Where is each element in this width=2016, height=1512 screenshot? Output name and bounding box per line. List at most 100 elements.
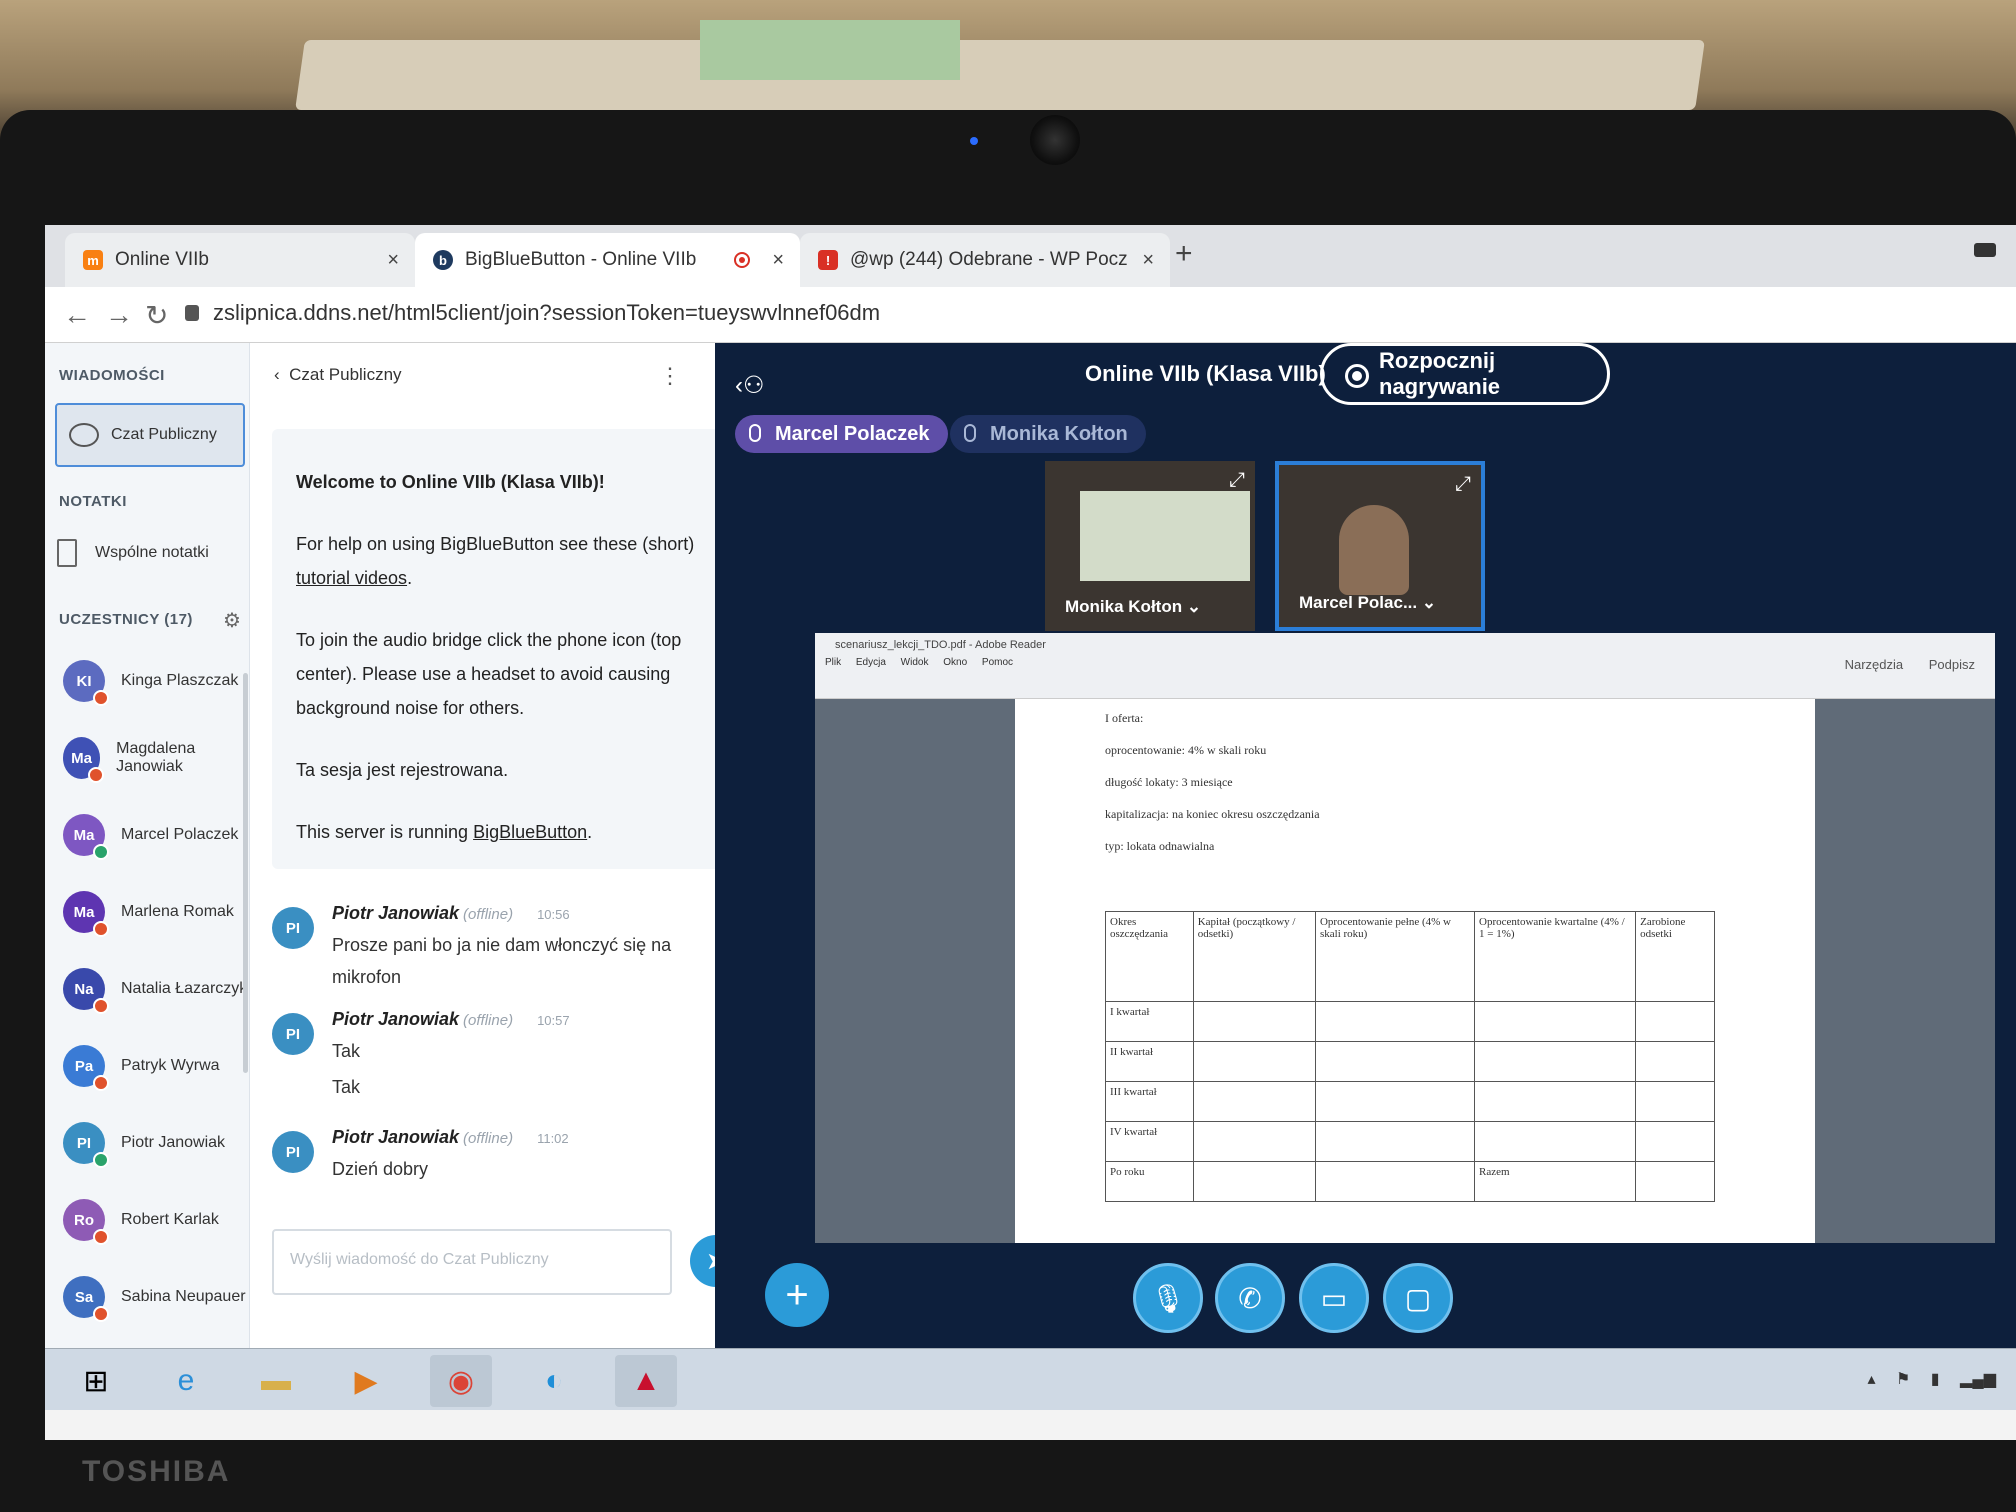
user-list-item[interactable]: Ma Magdalena Janowiak <box>63 730 249 786</box>
video-tile[interactable]: ⤢ Marcel Polac... ⌄ <box>1275 461 1485 631</box>
avatar-initials: Ro <box>74 1211 94 1229</box>
user-list-item[interactable]: Pa Patryk Wyrwa <box>63 1038 220 1094</box>
user-list-item[interactable]: Na Natalia Łazarczyk <box>63 961 247 1017</box>
status-badge <box>93 844 109 860</box>
table-cell <box>1474 1081 1637 1122</box>
video-user-name: Monika Kołton <box>1065 597 1183 616</box>
chat-back-button[interactable]: ‹ Czat Publiczny <box>274 365 402 385</box>
back-icon[interactable]: ← <box>63 299 91 331</box>
user-list-item[interactable]: Ro Robert Karlak <box>63 1192 219 1248</box>
video-user-label[interactable]: Marcel Polac... ⌄ <box>1299 593 1436 613</box>
tutorial-videos-link[interactable]: tutorial videos <box>296 568 407 588</box>
status-badge <box>93 998 109 1014</box>
user-list-toggle-icon[interactable]: ‹⚇ <box>735 371 765 400</box>
tab-close-icon[interactable]: × <box>772 249 784 272</box>
avatar-initials: Ma <box>73 903 95 921</box>
user-list-item[interactable]: Ma Marlena Romak <box>63 884 234 940</box>
talking-indicator[interactable]: Monika Kołton <box>950 415 1146 453</box>
table-cell: II kwartał <box>1105 1041 1194 1082</box>
shared-notes-item[interactable]: Wspólne notatki <box>57 533 209 573</box>
edge-button[interactable]: ◐ <box>523 1355 585 1407</box>
talking-indicator[interactable]: Marcel Polaczek <box>735 415 948 453</box>
user-name: Robert Karlak <box>121 1211 219 1228</box>
public-chat-item[interactable]: Czat Publiczny <box>55 403 245 467</box>
share-webcam-button[interactable]: ▭ <box>1299 1263 1369 1333</box>
main-area: ‹⚇ Online VIIb (Klasa VIIb) Rozpocznij n… <box>715 343 2016 1348</box>
avatar: Na <box>63 968 109 1014</box>
tab-close-icon[interactable]: × <box>1142 249 1154 272</box>
message-text: Tak <box>332 1077 361 1097</box>
user-list-scrollbar[interactable] <box>243 673 248 1073</box>
user-list-item[interactable]: Sa Sabina Neupauer <box>63 1269 246 1325</box>
message-text: Prosze pani bo ja nie dam włonczyć się n… <box>332 935 672 987</box>
user-name: Piotr Janowiak <box>121 1134 226 1151</box>
url-field[interactable]: zslipnica.ddns.net/html5client/join?sess… <box>213 300 880 326</box>
welcome-audio: To join the audio bridge click the phone… <box>296 630 682 718</box>
tab-bigbluebutton[interactable]: b BigBlueButton - Online VIIb × <box>415 233 800 287</box>
fullscreen-icon[interactable]: ⤢ <box>1455 473 1471 496</box>
chrome-icon: ◉ <box>447 1364 475 1398</box>
message-author: Piotr Janowiak <box>332 903 460 923</box>
meeting-title: Online VIIb (Klasa VIIb) <box>1085 361 1326 386</box>
pdf-page: I oferta: oprocentowanie: 4% w skali rok… <box>1015 699 1815 1243</box>
green-object <box>700 20 960 80</box>
status-badge <box>93 1152 109 1168</box>
message-time: 10:56 <box>537 907 570 922</box>
chat-message-input[interactable]: Wyślij wiadomość do Czat Publiczny <box>272 1229 672 1295</box>
gear-icon[interactable]: ⚙ <box>223 608 241 633</box>
tab-online-viib[interactable]: m Online VIIb × <box>65 233 415 287</box>
chrome-button[interactable]: ◉ <box>430 1355 492 1407</box>
table-cell <box>1635 1161 1715 1202</box>
share-screen-button[interactable]: ▢ <box>1383 1263 1453 1333</box>
start-recording-button[interactable]: Rozpocznij nagrywanie <box>1320 343 1610 405</box>
talker-name: Marcel Polaczek <box>775 422 930 445</box>
table-cell <box>1192 1001 1316 1042</box>
user-name: Natalia Łazarczyk <box>121 980 248 997</box>
bigbluebutton-icon: b <box>433 250 453 270</box>
video-user-name: Marcel Polac... <box>1299 593 1418 612</box>
video-tile[interactable]: ⤢ Monika Kołton ⌄ <box>1045 461 1255 631</box>
adobe-reader-button[interactable]: ▲ <box>615 1355 677 1407</box>
user-list-item[interactable]: KI Kinga Plaszczak <box>63 653 238 709</box>
table-cell <box>1314 1161 1476 1202</box>
avatar-initials: PI <box>76 1134 92 1152</box>
mute-button[interactable]: 🎙 <box>1133 1263 1203 1333</box>
join-audio-button[interactable]: ✆ <box>1215 1263 1285 1333</box>
tab-wp-mail[interactable]: ! @wp (244) Odebrane - WP Pocz × <box>800 233 1170 287</box>
forward-icon[interactable]: → <box>105 299 133 331</box>
media-player-button[interactable]: ▶ <box>335 1355 397 1407</box>
actions-plus-button[interactable]: + <box>765 1263 829 1327</box>
status-badge <box>93 1229 109 1245</box>
start-button[interactable]: ⊞ <box>65 1355 127 1407</box>
messages-section-label: WIADOMOŚCI <box>59 367 165 384</box>
avatar: Pa <box>63 1045 109 1091</box>
fullscreen-icon[interactable]: ⤢ <box>1229 469 1245 492</box>
avatar: Sa <box>63 1276 109 1322</box>
chat-title: Czat Publiczny <box>289 365 402 384</box>
table-header: Oprocentowanie pełne (4% w skali roku) <box>1314 911 1476 1002</box>
pdf-menu-bar: Plik Edycja Widok Okno Pomoc <box>825 657 1014 668</box>
avatar: Ro <box>63 1199 109 1245</box>
bigbluebutton-link[interactable]: BigBlueButton <box>473 822 587 842</box>
new-tab-button[interactable]: + <box>1175 237 1193 271</box>
system-tray[interactable]: ▴ ⚑ ▮ ▂▄▆ <box>1868 1369 1996 1389</box>
internet-explorer-icon: e <box>177 1364 195 1397</box>
tab-close-icon[interactable]: × <box>387 249 399 272</box>
reload-icon[interactable]: ↻ <box>145 299 168 332</box>
user-list-item[interactable]: PI Piotr Janowiak <box>63 1115 225 1171</box>
user-list-item[interactable]: Ma Marcel Polaczek <box>63 807 238 863</box>
chat-options-icon[interactable]: ⋮ <box>659 363 681 389</box>
video-user-label[interactable]: Monika Kołton ⌄ <box>1065 597 1201 617</box>
table-header: Kapitał (początkowy / odsetki) <box>1192 911 1316 1002</box>
browser-tabbar: m Online VIIb × b BigBlueButton - Online… <box>45 225 2016 287</box>
internet-explorer-button[interactable]: e <box>155 1355 217 1407</box>
avatar: PI <box>272 1131 314 1173</box>
camera-in-use-icon <box>1974 243 1996 257</box>
file-explorer-button[interactable]: ▬ <box>245 1355 307 1407</box>
pdf-right-tools: Narzędzia Podpisz <box>1844 657 1975 672</box>
doc-line: typ: lokata odnawialna <box>1105 839 1215 853</box>
lock-icon <box>185 305 199 321</box>
laptop-brand: TOSHIBA <box>82 1455 231 1488</box>
message-header: Piotr Janowiak (offline) 11:02 <box>332 1127 569 1148</box>
avatar: Ma <box>63 891 109 937</box>
